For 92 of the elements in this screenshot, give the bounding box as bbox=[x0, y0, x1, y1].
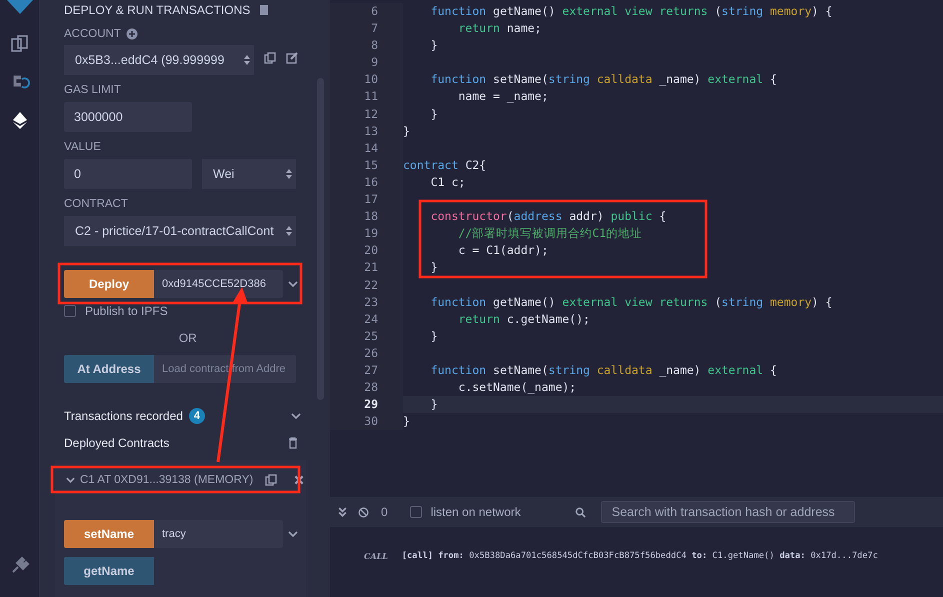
chevron-down-icon[interactable] bbox=[291, 413, 301, 419]
files-icon[interactable] bbox=[10, 34, 30, 54]
code-line: } bbox=[430, 259, 438, 276]
call-label: CALL bbox=[364, 551, 388, 561]
code-line: function setName(string calldata _name) external { bbox=[430, 362, 777, 379]
copy-icon[interactable] bbox=[264, 52, 276, 64]
deployed-contracts-label: Deployed Contracts bbox=[64, 436, 170, 450]
line-number: 12 bbox=[330, 106, 403, 123]
plus-icon[interactable] bbox=[126, 28, 138, 40]
line-number: 9 bbox=[330, 54, 403, 72]
line-number: 21 bbox=[330, 259, 403, 276]
value-field[interactable]: 0 bbox=[64, 159, 192, 189]
code-line: } bbox=[430, 396, 438, 414]
at-address-button[interactable]: At Address bbox=[64, 355, 154, 383]
contract-select[interactable]: C2 - prictice/17-01-contractCallCont bbox=[64, 216, 296, 246]
panel-title: DEPLOY & RUN TRANSACTIONS bbox=[64, 2, 250, 18]
document-icon[interactable] bbox=[258, 4, 270, 16]
line-number: 8 bbox=[330, 37, 403, 54]
copy-icon[interactable] bbox=[265, 474, 278, 486]
argument-field[interactable]: tracy bbox=[154, 520, 283, 548]
account-label: ACCOUNT bbox=[64, 28, 121, 40]
code-line: } bbox=[403, 122, 410, 140]
value-label: VALUE bbox=[64, 141, 101, 153]
constructor-arg-field[interactable]: 0xd9145CCE52D386 bbox=[154, 270, 283, 298]
address-field[interactable]: Load contract from Addre bbox=[154, 355, 296, 383]
code-line: C1 c; bbox=[430, 174, 466, 191]
code-line: function getName() external view returns (string memory) { bbox=[430, 294, 832, 311]
function-button[interactable]: getName bbox=[64, 557, 154, 585]
publish-checkbox[interactable] bbox=[64, 305, 76, 317]
line-number: 7 bbox=[330, 20, 403, 38]
chevron-down-icon[interactable] bbox=[288, 281, 298, 287]
line-number: 25 bbox=[330, 328, 403, 345]
transactions-recorded-label: Transactions recorded bbox=[64, 409, 183, 423]
code-line: constructor(address addr) public { bbox=[430, 208, 666, 226]
line-number: 28 bbox=[330, 379, 403, 396]
double-chevron-icon[interactable] bbox=[337, 506, 348, 518]
line-number: 30 bbox=[330, 413, 403, 430]
up-down-arrows-icon bbox=[286, 226, 292, 236]
code-line: name = _name; bbox=[457, 88, 548, 106]
listen-label: listen on network bbox=[430, 505, 521, 519]
up-down-arrows-icon bbox=[244, 55, 250, 65]
up-down-arrows-icon bbox=[286, 169, 292, 179]
line-number: 16 bbox=[330, 174, 403, 192]
pending-count: 0 bbox=[381, 505, 388, 519]
publish-label: Publish to IPFS bbox=[85, 304, 168, 318]
unit-select[interactable]: Wei bbox=[202, 159, 296, 189]
line-number: 11 bbox=[330, 88, 403, 106]
code-line: } bbox=[403, 413, 410, 430]
line-number: 22 bbox=[330, 276, 403, 294]
code-line: //部署时填写被调用合约C1的地址 bbox=[457, 225, 642, 242]
code-line: c.setName(_name); bbox=[457, 379, 576, 396]
line-number: 13 bbox=[330, 122, 403, 140]
or-text: OR bbox=[178, 331, 198, 345]
code-line: function setName(string calldata _name) external { bbox=[430, 71, 777, 88]
code-line: c = C1(addr); bbox=[457, 242, 548, 260]
line-number: 29 bbox=[330, 396, 403, 414]
code-line: } bbox=[430, 328, 438, 345]
trash-icon[interactable] bbox=[287, 437, 299, 449]
close-icon[interactable] bbox=[293, 474, 306, 486]
chevron-icon bbox=[66, 477, 75, 483]
count-badge: 4 bbox=[188, 408, 205, 424]
code-line: return c.getName(); bbox=[457, 310, 590, 328]
contract-label: CONTRACT bbox=[64, 198, 128, 210]
code-line: function getName() external view returns (string memory) { bbox=[430, 3, 832, 20]
line-number: 24 bbox=[330, 310, 403, 328]
logo-icon[interactable] bbox=[4, 0, 34, 16]
line-number: 23 bbox=[330, 294, 403, 311]
line-number: 15 bbox=[330, 156, 403, 174]
line-number: 6 bbox=[330, 3, 403, 20]
search-icon[interactable] bbox=[574, 506, 586, 518]
clear-icon[interactable] bbox=[358, 506, 369, 518]
line-number: 17 bbox=[330, 191, 403, 208]
chevron-down-icon[interactable] bbox=[288, 531, 298, 537]
line-number: 19 bbox=[330, 225, 403, 242]
gas-limit-label: GAS LIMIT bbox=[64, 84, 121, 96]
gas-limit-field[interactable]: 3000000 bbox=[64, 102, 192, 132]
code-line: return name; bbox=[457, 20, 542, 38]
code-line: } bbox=[430, 37, 438, 54]
account-select[interactable]: 0x5B3...eddC4 (99.999999 bbox=[64, 45, 254, 75]
line-number: 26 bbox=[330, 344, 403, 362]
code-line: contract C2{ bbox=[403, 156, 486, 174]
log-entry: [call] from: 0x5B38Da6a701c568545dCfcB03FcB875f56beddC4 to: C1.getName() data: 0x17d...7de7c bbox=[402, 551, 878, 561]
line-number: 18 bbox=[330, 208, 403, 226]
line-number: 27 bbox=[330, 362, 403, 380]
edit-icon[interactable] bbox=[286, 52, 298, 64]
instance-header[interactable]: C1 AT 0XD91...39138 (MEMORY) bbox=[64, 470, 256, 490]
line-number: 20 bbox=[330, 242, 403, 260]
code-line: } bbox=[430, 106, 438, 123]
line-number: 14 bbox=[330, 140, 403, 157]
line-number: 10 bbox=[330, 71, 403, 88]
search-field[interactable]: Search with transaction hash or address bbox=[600, 501, 855, 523]
listen-checkbox[interactable] bbox=[410, 506, 422, 518]
